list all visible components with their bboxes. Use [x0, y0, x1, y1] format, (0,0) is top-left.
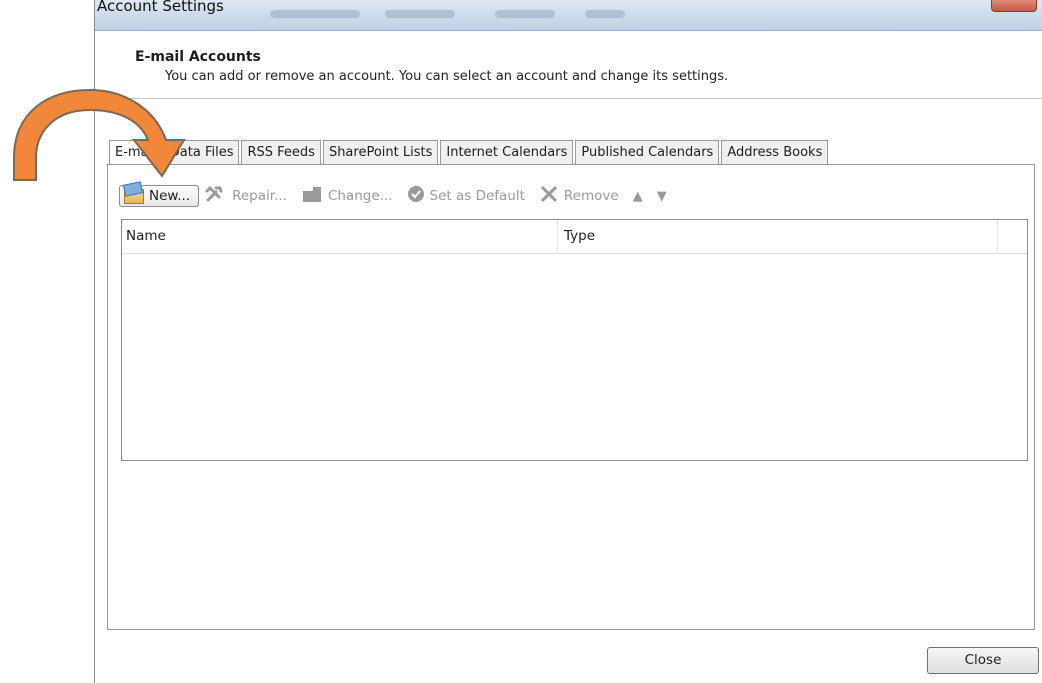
- repair-button-label: Repair...: [232, 188, 287, 204]
- remove-button-label: Remove: [563, 188, 619, 204]
- remove-button[interactable]: Remove: [539, 185, 619, 207]
- list-header: Name Type: [122, 220, 1027, 254]
- change-button-label: Change...: [327, 188, 393, 204]
- column-name[interactable]: Name: [126, 228, 166, 244]
- move-up-icon[interactable]: ▲: [633, 189, 643, 204]
- section-description: You can add or remove an account. You ca…: [165, 69, 729, 84]
- tab-sharepoint-lists[interactable]: SharePoint Lists: [322, 140, 439, 164]
- window-title: Account Settings: [97, 0, 224, 15]
- divider: [95, 98, 1042, 99]
- title-bar: Account Settings: [95, 0, 1042, 31]
- account-settings-dialog: Account Settings E-mail Accounts You can…: [94, 0, 1042, 683]
- tab-internet-calendars[interactable]: Internet Calendars: [440, 140, 574, 164]
- change-button[interactable]: Change...: [301, 185, 393, 207]
- column-type[interactable]: Type: [564, 228, 595, 244]
- accounts-list[interactable]: Name Type: [121, 219, 1028, 461]
- set-default-button[interactable]: Set as Default: [407, 185, 525, 207]
- check-circle-icon: [407, 185, 425, 207]
- tab-rss-feeds[interactable]: RSS Feeds: [241, 140, 321, 164]
- tab-address-books[interactable]: Address Books: [721, 140, 829, 164]
- remove-x-icon: [539, 185, 559, 207]
- change-icon: [301, 185, 323, 207]
- close-button[interactable]: Close: [927, 647, 1039, 674]
- window-close-button[interactable]: [991, 0, 1037, 12]
- move-down-icon[interactable]: ▼: [657, 189, 667, 204]
- tab-published-calendars[interactable]: Published Calendars: [575, 140, 720, 164]
- tab-strip: E-mail Data Files RSS Feeds SharePoint L…: [109, 140, 830, 166]
- annotation-arrow-icon: [13, 88, 186, 181]
- repair-button[interactable]: Repair...: [205, 185, 287, 207]
- section-title: E-mail Accounts: [135, 49, 261, 65]
- set-default-label: Set as Default: [429, 188, 525, 204]
